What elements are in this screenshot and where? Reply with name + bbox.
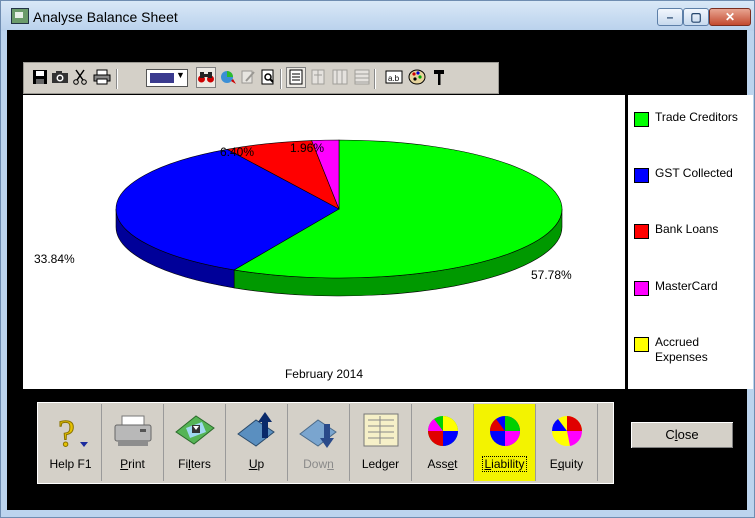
print-label: Print: [120, 457, 145, 471]
help-icon: ?: [58, 413, 88, 452]
legend-swatch: [634, 281, 649, 296]
legend-swatch: [634, 168, 649, 183]
printer-icon: [114, 415, 152, 446]
asset-pie-icon: [428, 416, 458, 446]
chart-legend: Trade Creditors GST Collected Bank Loans…: [628, 95, 753, 389]
edit-icon[interactable]: [238, 67, 258, 88]
palette-icon[interactable]: [407, 67, 427, 88]
toolbar-separator: [280, 69, 282, 89]
asset-button[interactable]: Asset: [412, 404, 474, 481]
ledger-label: Ledger: [361, 457, 400, 471]
binoculars-icon[interactable]: [196, 67, 216, 88]
close-icon: ✕: [724, 10, 736, 24]
column-view-icon[interactable]: [308, 67, 328, 88]
minimize-icon: –: [666, 10, 674, 24]
legend-label: Accrued Expenses: [655, 335, 708, 364]
save-icon[interactable]: [30, 67, 50, 88]
maximize-icon: ▢: [690, 10, 702, 24]
scissors-icon[interactable]: [70, 67, 90, 88]
liability-label: Liability: [482, 456, 527, 472]
color-swatch: [150, 73, 174, 83]
minimize-button[interactable]: –: [657, 8, 683, 26]
legend-label: GST Collected: [655, 166, 733, 180]
down-label: Down: [303, 457, 334, 471]
print-button[interactable]: Print: [102, 404, 164, 481]
toolbar-separator: [374, 69, 376, 89]
legend-label: MasterCard: [655, 279, 718, 293]
pie-chart: [115, 139, 563, 297]
navigation-button-panel: ? Help F1 Print Filters Up Down Ledger A…: [37, 402, 614, 484]
filters-button[interactable]: Filters: [164, 404, 226, 481]
data-label-trade-creditors: 57.78%: [531, 268, 572, 282]
up-label: Up: [248, 457, 265, 471]
data-label-gst-collected: 33.84%: [34, 252, 75, 266]
chart-area: 57.78% 33.84% 6.40% 1.96% February 2014: [23, 95, 625, 389]
chart-caption: February 2014: [284, 367, 364, 381]
help-label: Help F1: [49, 457, 92, 471]
camera-icon[interactable]: [50, 67, 70, 88]
legend-label: Trade Creditors: [655, 110, 738, 124]
help-button[interactable]: ? Help F1: [40, 404, 102, 481]
print-preview-icon[interactable]: [258, 67, 278, 88]
filters-label: Filters: [178, 457, 211, 471]
data-label-mastercard: 1.96%: [290, 141, 325, 155]
filter-icon: [175, 415, 215, 445]
liability-button[interactable]: Liability: [474, 404, 536, 481]
maximize-button[interactable]: ▢: [683, 8, 709, 26]
dropdown-arrow-icon: ▼: [176, 70, 185, 80]
legend-swatch: [634, 224, 649, 239]
equity-label: Equity: [549, 457, 584, 471]
list-view-icon[interactable]: [286, 67, 306, 88]
down-button[interactable]: Down: [288, 404, 350, 481]
ledger-button[interactable]: Ledger: [350, 404, 412, 481]
legend-swatch: [634, 337, 649, 352]
printer-icon[interactable]: [92, 67, 112, 88]
close-button[interactable]: Close: [630, 421, 734, 449]
window-app-icon: [11, 8, 29, 24]
asset-label: Asset: [427, 457, 458, 471]
title-bar[interactable]: Analyse Balance Sheet – ▢ ✕: [1, 1, 754, 31]
down-arrow-icon: [299, 419, 337, 448]
up-button[interactable]: Up: [226, 404, 288, 481]
window-title: Analyse Balance Sheet: [33, 9, 178, 25]
data-label-bank-loans: 6.40%: [220, 145, 255, 159]
grid-view-icon[interactable]: [330, 67, 350, 88]
table-view-icon[interactable]: [352, 67, 372, 88]
ledger-icon: [363, 413, 399, 447]
hammer-icon[interactable]: [429, 67, 449, 88]
equity-button[interactable]: Equity: [536, 404, 598, 481]
svg-text:a.b: a.b: [388, 74, 400, 83]
color-select[interactable]: ▼: [146, 69, 188, 87]
toolbar-separator: [116, 69, 118, 89]
tint-icon[interactable]: [218, 67, 238, 88]
legend-swatch: [634, 112, 649, 127]
legend-label: Bank Loans: [655, 222, 719, 236]
up-arrow-icon: [237, 412, 275, 447]
equity-pie-icon: [552, 416, 583, 446]
liability-pie-icon: [490, 416, 520, 446]
svg-text:?: ?: [58, 413, 75, 452]
text-label-icon[interactable]: a.b: [384, 67, 404, 88]
close-window-button[interactable]: ✕: [709, 8, 751, 26]
chart-toolbar: ▼ a.b: [23, 62, 499, 94]
